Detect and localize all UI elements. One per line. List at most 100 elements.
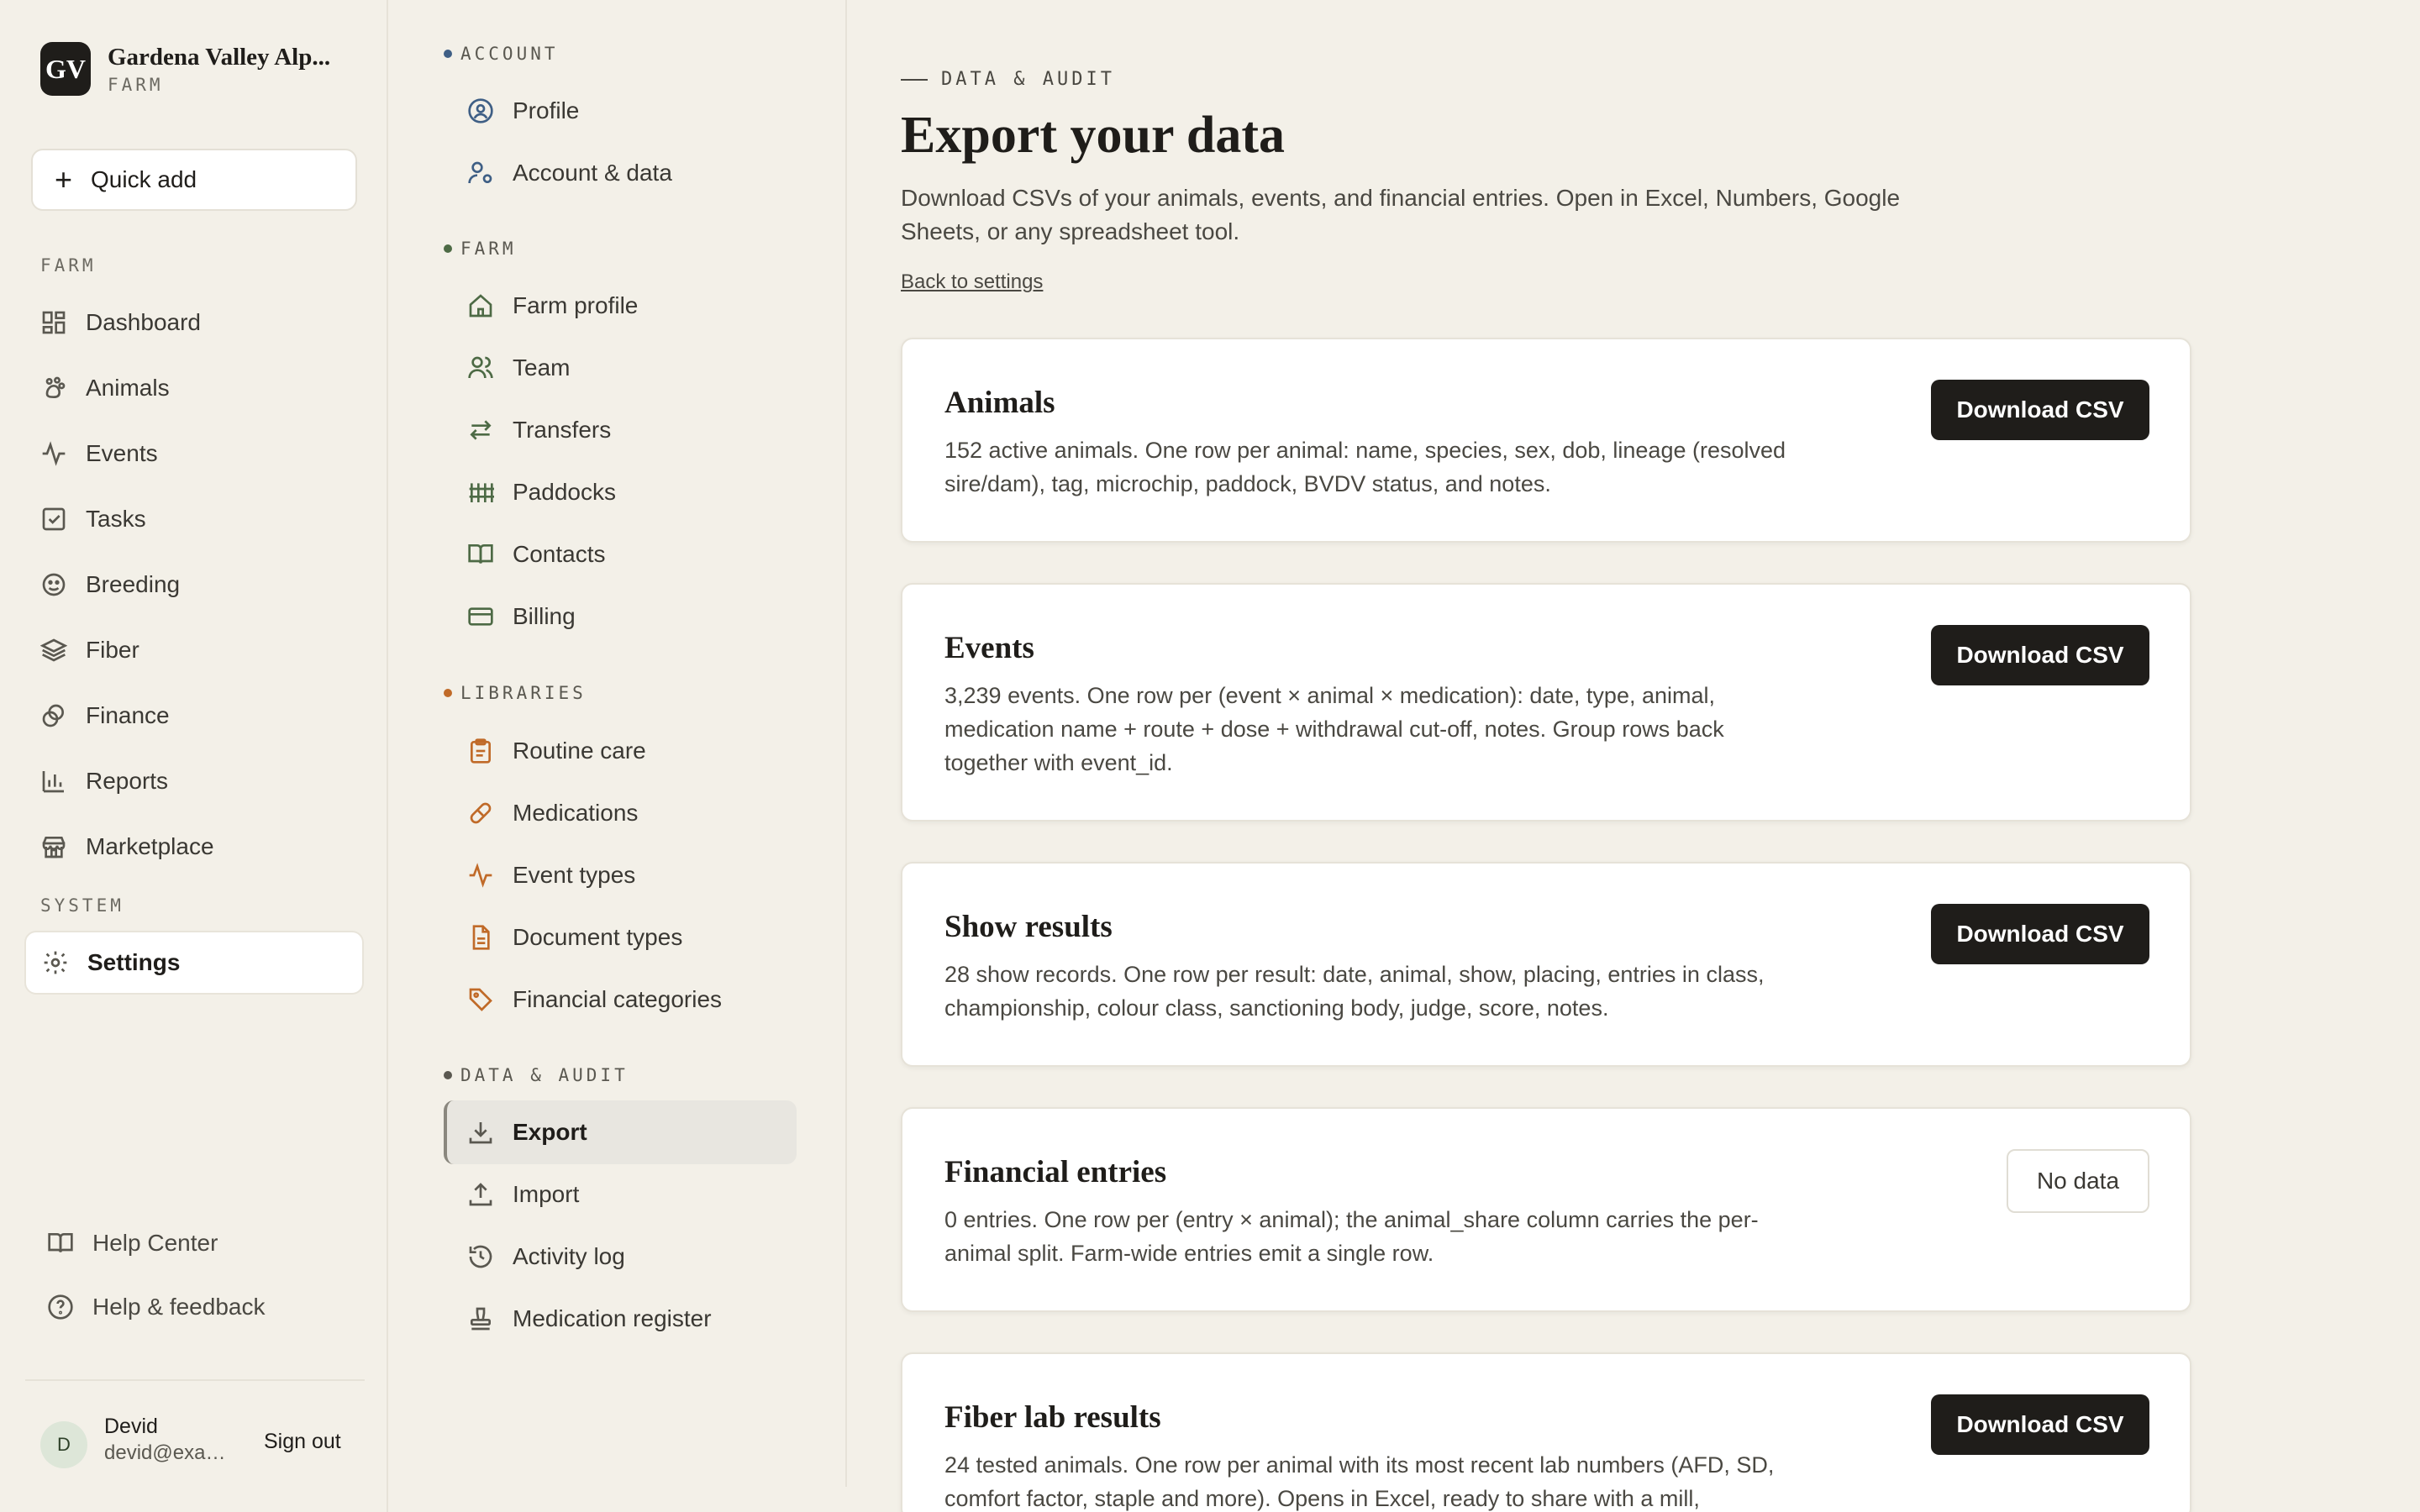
subnav-section-libraries: LIBRARIES [460, 683, 587, 703]
export-card-fiber-lab-results: Fiber lab results 24 tested animals. One… [901, 1352, 2191, 1512]
card-title: Financial entries [944, 1155, 1167, 1189]
subnav-item-label: Medication register [513, 1305, 712, 1331]
sidebar-item-label: Animals [86, 375, 170, 401]
subnav-item-medication-register[interactable]: Medication register [467, 1294, 820, 1344]
subnav-item-export[interactable]: Export [444, 1100, 797, 1164]
user-name: Devid [104, 1415, 158, 1438]
section-dot [444, 1071, 452, 1079]
quick-add-button[interactable]: + Quick add [31, 149, 357, 211]
subnav-item-contacts[interactable]: Contacts [467, 529, 820, 580]
subnav-item-label: Farm profile [513, 292, 639, 318]
sidebar-item-label: Fiber [86, 637, 139, 663]
sidebar-item-events[interactable]: Events [40, 428, 360, 479]
user-circle-icon [468, 98, 493, 123]
sidebar-item-animals[interactable]: Animals [40, 363, 360, 413]
subnav-item-billing[interactable]: Billing [467, 591, 820, 642]
store-icon [42, 837, 66, 858]
sidebar-item-settings[interactable]: Settings [24, 931, 364, 995]
eyebrow: DATA & AUDIT [901, 69, 1115, 90]
sign-out-button[interactable]: Sign out [264, 1430, 341, 1454]
sidebar-item-label: Settings [87, 949, 181, 975]
section-dot [444, 689, 452, 697]
subnav-item-label: Import [513, 1181, 580, 1207]
subnav-section-account: ACCOUNT [460, 44, 559, 64]
card-description: 0 entries. One row per (entry × animal);… [944, 1207, 1759, 1266]
sidebar: GV Gardena Valley Alp... FARM + Quick ad… [0, 0, 388, 1512]
help-center-link[interactable]: Help Center [47, 1222, 218, 1264]
subnav-item-paddocks[interactable]: Paddocks [467, 467, 820, 517]
book-icon [48, 1233, 73, 1252]
subnav-item-activity-log[interactable]: Activity log [467, 1231, 820, 1282]
subnav-item-label: Activity log [513, 1243, 625, 1269]
eyebrow-label: DATA & AUDIT [941, 69, 1115, 90]
sidebar-item-label: Breeding [86, 571, 181, 597]
gear-icon [44, 951, 67, 974]
card-title: Fiber lab results [944, 1400, 1161, 1435]
back-to-settings-link[interactable]: Back to settings [901, 270, 1043, 294]
page-title: Export your data [901, 107, 1286, 164]
farm-switcher[interactable]: GV Gardena Valley Alp... FARM [40, 42, 330, 96]
page-description: Download CSVs of your animals, events, a… [901, 185, 1901, 244]
avatar: D [40, 1421, 87, 1468]
card-description: 28 show records. One row per result: dat… [944, 962, 1765, 1021]
subnav-item-label: Transfers [513, 417, 612, 443]
no-data-button: No data [2007, 1149, 2149, 1213]
breeding-icon [42, 573, 66, 596]
subnav-item-label: Export [513, 1119, 587, 1145]
subnav-item-label: Document types [513, 924, 683, 950]
tag-icon [469, 988, 492, 1011]
subnav-item-label: Financial categories [513, 986, 723, 1012]
sidebar-item-fiber[interactable]: Fiber [40, 625, 360, 675]
subnav-item-transfers[interactable]: Transfers [467, 405, 820, 455]
subnav-item-event-types[interactable]: Event types [467, 850, 820, 900]
sidebar-section-system: SYSTEM [40, 895, 124, 916]
credit-card-icon [468, 607, 493, 626]
export-card-animals: Animals 152 active animals. One row per … [901, 338, 2191, 543]
subnav-item-financial-categories[interactable]: Financial categories [467, 974, 820, 1025]
plus-icon: + [55, 162, 73, 197]
help-feedback-label: Help & feedback [92, 1294, 266, 1320]
sidebar-item-label: Tasks [86, 506, 146, 532]
subnav-item-farm-profile[interactable]: Farm profile [467, 281, 820, 331]
subnav-item-document-types[interactable]: Document types [467, 912, 820, 963]
subnav-item-account-data[interactable]: Account & data [467, 148, 820, 198]
subnav-item-team[interactable]: Team [467, 343, 820, 393]
sidebar-item-breeding[interactable]: Breeding [40, 559, 360, 610]
sidebar-section-farm: FARM [40, 255, 97, 276]
subnav-item-medications[interactable]: Medications [467, 788, 820, 838]
sidebar-item-tasks[interactable]: Tasks [40, 494, 360, 544]
download-csv-button[interactable]: Download CSV [1931, 380, 2149, 440]
subnav-item-label: Contacts [513, 541, 606, 567]
sidebar-item-reports[interactable]: Reports [40, 756, 360, 806]
layers-icon [40, 638, 67, 662]
subnav-item-label: Profile [513, 97, 580, 123]
user-email: devid@example.com [104, 1441, 230, 1464]
clipboard-icon [471, 738, 491, 764]
section-dot [444, 50, 452, 58]
card-description: 3,239 events. One row per (event × anima… [944, 683, 1724, 775]
coins-icon [42, 704, 64, 727]
sidebar-item-dashboard[interactable]: Dashboard [40, 297, 360, 348]
export-card-financial-entries: Financial entries 0 entries. One row per… [901, 1107, 2191, 1312]
subnav-item-profile[interactable]: Profile [467, 86, 820, 136]
download-icon [469, 1122, 492, 1144]
upload-icon [469, 1183, 492, 1206]
download-csv-button[interactable]: Download CSV [1931, 625, 2149, 685]
fence-icon [469, 483, 494, 502]
subnav-item-import[interactable]: Import [467, 1169, 820, 1220]
sidebar-item-marketplace[interactable]: Marketplace [40, 822, 360, 872]
history-icon [469, 1245, 492, 1268]
subnav-item-routine-care[interactable]: Routine care [467, 726, 820, 776]
sidebar-item-label: Events [86, 440, 158, 466]
download-csv-button[interactable]: Download CSV [1931, 1394, 2149, 1455]
subnav-item-label: Account & data [513, 160, 672, 186]
help-feedback-link[interactable]: Help & feedback [47, 1286, 265, 1328]
download-csv-button[interactable]: Download CSV [1931, 904, 2149, 964]
dashboard-icon [42, 311, 66, 334]
arrows-swap-icon [470, 420, 492, 440]
sidebar-item-label: Reports [86, 768, 169, 794]
sidebar-item-finance[interactable]: Finance [40, 690, 360, 741]
subnav-item-label: Event types [513, 862, 636, 888]
user-panel: D Devid devid@example.com Sign out [25, 1379, 365, 1504]
card-title: Show results [944, 910, 1113, 944]
